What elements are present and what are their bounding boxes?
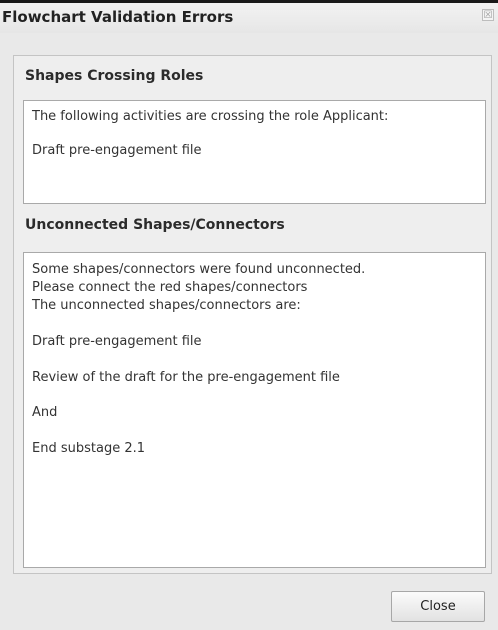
dialog-titlebar: Flowchart Validation Errors ☒ [0,0,498,33]
unconnected-shapes-heading: Unconnected Shapes/Connectors [25,217,285,233]
unconnected-line: Review of the draft for the pre-engageme… [32,370,340,385]
crossing-roles-line: The following activities are crossing th… [32,109,389,124]
unconnected-line: And [32,405,58,420]
unconnected-line: Some shapes/connectors were found unconn… [32,262,366,277]
crossing-roles-textbox[interactable]: The following activities are crossing th… [23,100,486,204]
titlebar-top-border [0,0,498,3]
unconnected-line: Please connect the red shapes/connectors [32,280,308,295]
unconnected-line: The unconnected shapes/connectors are: [32,298,301,313]
unconnected-shapes-textbox[interactable]: Some shapes/connectors were found unconn… [23,252,486,568]
validation-dialog: Flowchart Validation Errors ☒ Shapes Cro… [0,0,498,630]
unconnected-line: Draft pre-engagement file [32,334,202,349]
dialog-title: Flowchart Validation Errors [2,8,234,26]
crossing-roles-heading: Shapes Crossing Roles [25,68,204,84]
close-button[interactable]: Close [391,591,485,622]
errors-panel: Shapes Crossing Roles The following acti… [13,55,492,574]
crossing-roles-line: Draft pre-engagement file [32,143,202,158]
unconnected-line: End substage 2.1 [32,441,145,456]
close-icon[interactable]: ☒ [482,9,494,21]
